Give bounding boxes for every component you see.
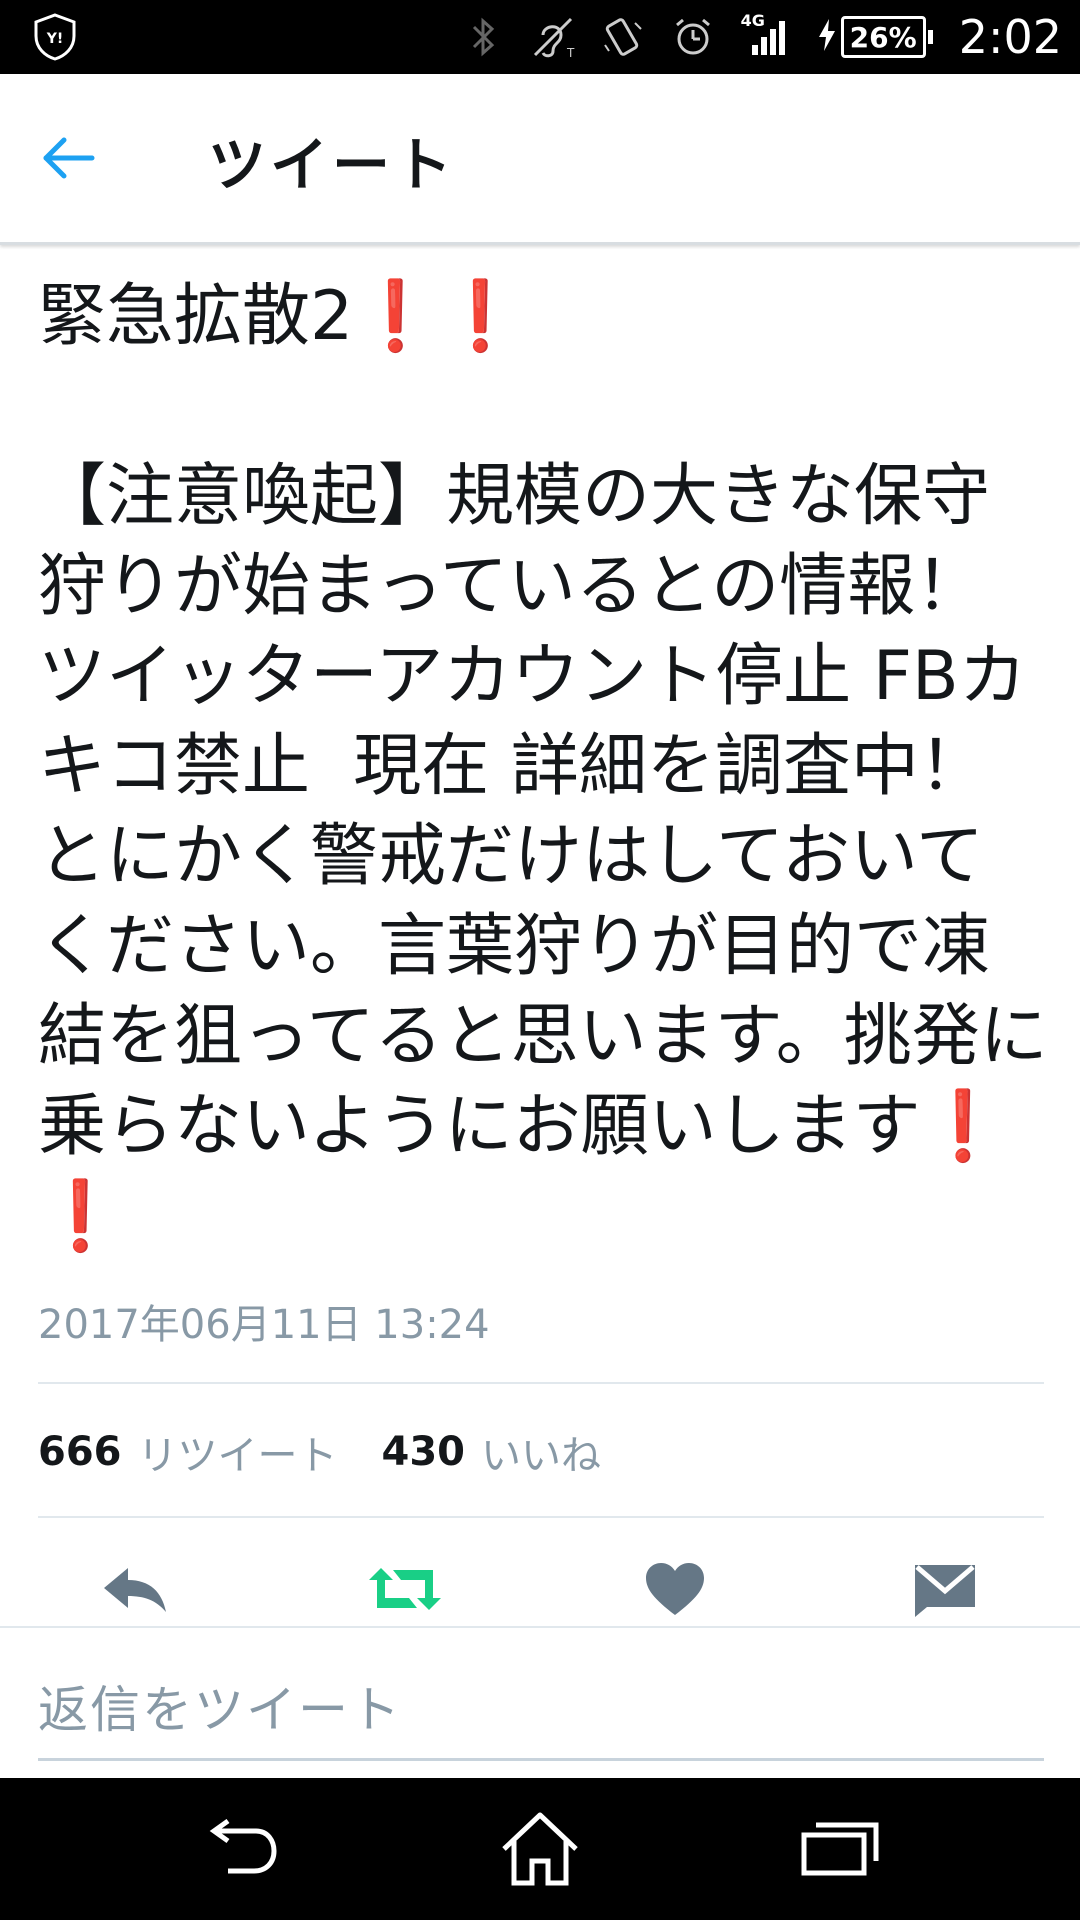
recent-apps-icon (801, 1822, 879, 1876)
tweet-stats: 666 リツイート 430 いいね (38, 1422, 645, 1482)
like-count[interactable]: 430 (382, 1429, 466, 1475)
nav-back-button[interactable] (180, 1778, 300, 1920)
direct-message-button[interactable] (900, 1552, 990, 1626)
signal-icon: 4G (741, 11, 791, 59)
retweet-count[interactable]: 666 (38, 1429, 122, 1475)
tweet-actions (0, 1552, 1080, 1626)
clock: 2:02 (958, 10, 1062, 64)
back-icon (209, 1819, 277, 1874)
divider (38, 1516, 1044, 1518)
page-title: ツイート (208, 131, 457, 199)
tweet-title: 緊急拡散2 (38, 277, 354, 356)
network-type: 4G (740, 11, 765, 30)
reply-input[interactable]: 返信をツイート (38, 1670, 402, 1742)
arrow-left-icon (43, 137, 95, 179)
divider (38, 1382, 1044, 1384)
app-header: ツイート (0, 74, 1080, 245)
reply-button[interactable] (90, 1552, 180, 1626)
shield-icon: Y! (30, 12, 80, 62)
reply-composer: 返信をツイート (0, 1626, 1080, 1780)
retweet-button[interactable] (360, 1552, 450, 1626)
tweet-body: 【注意喚起】規模の大きな保守狩りが始まっているとの情報！ ツイッターアカウント停… (38, 457, 1048, 1166)
exclamation-icon: ❗ (38, 1177, 123, 1256)
vibrate-icon (601, 15, 645, 59)
envelope-icon (915, 1565, 975, 1617)
heart-icon (646, 1563, 704, 1615)
battery-level: 26% (840, 16, 926, 58)
tweet-timestamp: 2017年06月11日 13:24 (38, 1302, 490, 1348)
nav-home-button[interactable] (480, 1778, 600, 1920)
exclamation-icon: ❗ (353, 277, 438, 356)
alarm-clock-icon (671, 15, 715, 59)
exclamation-icon: ❗ (920, 1087, 1006, 1166)
like-button[interactable] (630, 1552, 720, 1626)
retweet-icon (369, 1568, 441, 1610)
svg-text:T: T (566, 46, 575, 59)
charging-icon (817, 17, 837, 57)
status-bar: Y! T 4G 26% 2:02 (0, 0, 1080, 74)
hearing-aid-icon: T (531, 15, 575, 59)
reply-icon (104, 1568, 166, 1612)
svg-text:Y!: Y! (46, 31, 64, 47)
like-label[interactable]: いいね (481, 1423, 601, 1481)
retweet-label[interactable]: リツイート (138, 1423, 338, 1481)
bluetooth-icon (461, 15, 505, 59)
nav-recents-button[interactable] (780, 1778, 900, 1920)
navigation-bar (0, 1778, 1080, 1920)
home-icon (502, 1812, 578, 1886)
reply-underline (38, 1758, 1044, 1761)
battery-indicator: 26% (817, 16, 933, 58)
exclamation-icon: ❗ (437, 277, 523, 356)
tweet-text: 緊急拡散2❗❗ 【注意喚起】規模の大きな保守狩りが始まっているとの情報！ ツイッ… (38, 272, 1048, 1262)
back-button[interactable] (40, 130, 100, 186)
